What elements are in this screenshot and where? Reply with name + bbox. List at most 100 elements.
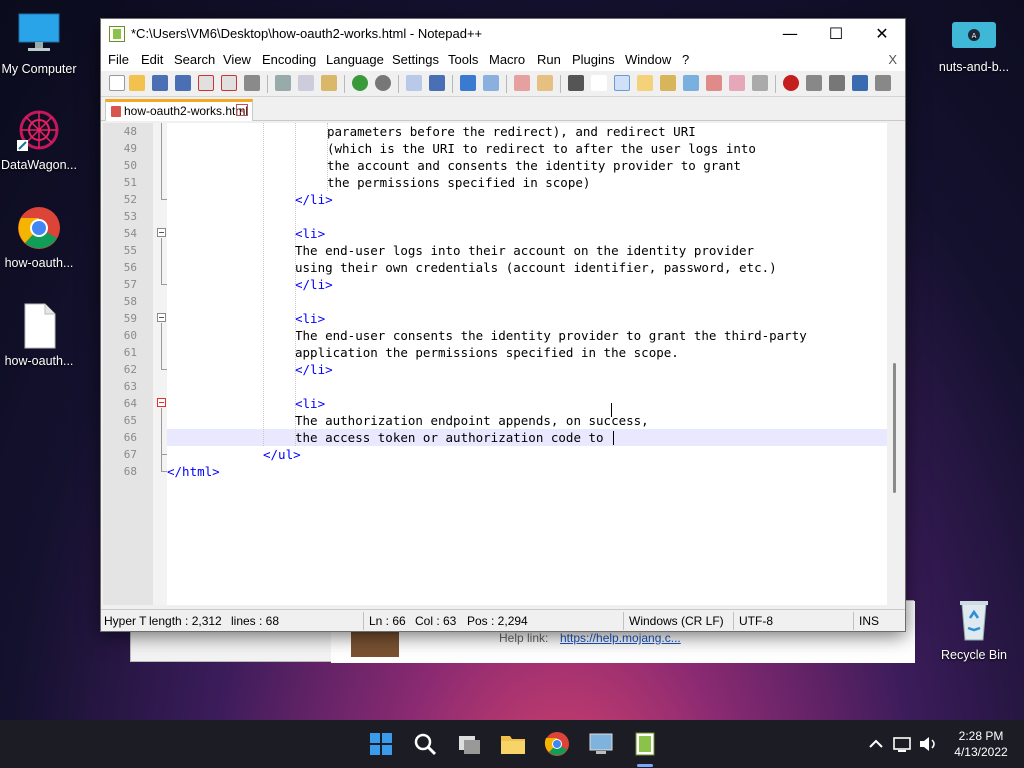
vertical-scrollbar[interactable] xyxy=(887,123,905,605)
remote-desktop-icon[interactable] xyxy=(587,730,615,758)
fold-toggle-icon[interactable] xyxy=(157,313,166,322)
monitoring-icon[interactable] xyxy=(752,75,768,91)
menu-view[interactable]: View xyxy=(223,52,251,67)
datawagon-icon xyxy=(15,106,63,154)
editor-line[interactable]: 55 The end-user logs into their account o… xyxy=(103,242,887,259)
paste-icon[interactable] xyxy=(321,75,337,91)
close-all-icon[interactable] xyxy=(221,75,237,91)
editor-line[interactable]: 66 the access token or authorization code… xyxy=(124,429,887,446)
editor-line[interactable]: 67 </ul> xyxy=(103,446,887,463)
editor-line[interactable]: 54 <li> xyxy=(103,225,887,242)
tab-how-oauth2-works[interactable]: how-oauth2-works.html x xyxy=(105,99,253,121)
doc-map-icon[interactable] xyxy=(660,75,676,91)
desktop-icon-html-oauth[interactable]: how-oauth... xyxy=(0,302,81,368)
sync-horizontal-icon[interactable] xyxy=(537,75,553,91)
menu-language[interactable]: Language xyxy=(326,52,384,67)
notepadpp-icon[interactable] xyxy=(631,730,659,758)
editor-line[interactable]: 52 </li> xyxy=(103,191,887,208)
file-explorer-icon[interactable] xyxy=(499,730,527,758)
chevron-up-icon[interactable] xyxy=(866,730,886,758)
menu-window[interactable]: Window xyxy=(625,52,671,67)
editor-line[interactable]: 49 (which is the URI to redirect to after… xyxy=(103,140,887,157)
run-macro-multiple-icon[interactable] xyxy=(852,75,868,91)
desktop-icon-nuts-and-bolts[interactable]: A nuts-and-b... xyxy=(932,20,1016,74)
network-icon[interactable] xyxy=(892,730,914,758)
find-icon[interactable] xyxy=(406,75,422,91)
editor-line[interactable]: 65 The authorization endpoint appends, on… xyxy=(103,412,887,429)
copy-icon[interactable] xyxy=(298,75,314,91)
indent-guide-icon[interactable] xyxy=(614,75,630,91)
find-next-icon[interactable] xyxy=(460,75,476,91)
sync-scroll-icon[interactable] xyxy=(514,75,530,91)
editor-line[interactable]: 50 the account and consents the identity … xyxy=(103,157,887,174)
desktop-icon-my-computer[interactable]: My Computer xyxy=(0,10,81,76)
line-number: 50 xyxy=(123,159,137,172)
zoom-icon[interactable] xyxy=(483,75,499,91)
start-icon[interactable] xyxy=(367,730,395,758)
help-link[interactable]: https://help.mojang.c... xyxy=(560,631,681,645)
editor-line[interactable]: 61 application the permissions specified … xyxy=(103,344,887,361)
volume-icon[interactable] xyxy=(918,730,940,758)
word-wrap-icon[interactable] xyxy=(568,75,584,91)
menu-search[interactable]: Search xyxy=(174,52,215,67)
editor-line[interactable]: 48 parameters before the redirect), and r… xyxy=(103,123,887,140)
menu-file[interactable]: File xyxy=(108,52,129,67)
editor-line[interactable]: 68 </html> xyxy=(103,463,887,480)
editor-line[interactable]: 59 <li> xyxy=(103,310,887,327)
close-document-button[interactable]: X xyxy=(888,52,897,67)
menu-settings[interactable]: Settings xyxy=(392,52,439,67)
maximize-button[interactable]: ☐ xyxy=(813,19,859,49)
undo-icon[interactable] xyxy=(352,75,368,91)
menu-edit[interactable]: Edit xyxy=(141,52,163,67)
function-list-icon[interactable] xyxy=(706,75,722,91)
code-editor[interactable]: 48 parameters before the redirect), and r… xyxy=(103,123,887,605)
editor-line[interactable]: 62 </li> xyxy=(103,361,887,378)
menu-encoding[interactable]: Encoding xyxy=(262,52,316,67)
open-file-icon[interactable] xyxy=(129,75,145,91)
show-all-chars-icon[interactable] xyxy=(591,75,607,91)
editor-line[interactable]: 51 the permissions specified in scope) xyxy=(103,174,887,191)
title-bar[interactable]: *C:\Users\VM6\Desktop\how-oauth2-works.h… xyxy=(101,19,905,49)
minimize-button[interactable]: — xyxy=(767,19,813,49)
save-macro-icon[interactable] xyxy=(875,75,891,91)
editor-line[interactable]: 58 xyxy=(103,293,887,310)
editor-line[interactable]: 63 xyxy=(103,378,887,395)
close-button[interactable]: ✕ xyxy=(859,19,905,49)
print-icon[interactable] xyxy=(244,75,260,91)
record-macro-icon[interactable] xyxy=(783,75,799,91)
clock[interactable]: 2:28 PM 4/13/2022 xyxy=(946,729,1016,759)
redo-icon[interactable] xyxy=(375,75,391,91)
play-macro-icon[interactable] xyxy=(829,75,845,91)
editor-line[interactable]: 57 </li> xyxy=(103,276,887,293)
notepadpp-window[interactable]: *C:\Users\VM6\Desktop\how-oauth2-works.h… xyxy=(100,18,906,632)
menu-macro[interactable]: Macro xyxy=(489,52,525,67)
desktop-icon-datawagon[interactable]: DataWagon... xyxy=(0,106,81,172)
search-icon[interactable] xyxy=(411,730,439,758)
menu-plugins[interactable]: Plugins xyxy=(572,52,615,67)
menu-tools[interactable]: Tools xyxy=(448,52,478,67)
new-file-icon[interactable] xyxy=(109,75,125,91)
chrome-icon[interactable] xyxy=(543,730,571,758)
tab-close-icon[interactable]: x xyxy=(236,104,248,116)
fold-toggle-icon[interactable] xyxy=(157,228,166,237)
doc-list-icon[interactable] xyxy=(683,75,699,91)
editor-line[interactable]: 64 <li> xyxy=(103,395,887,412)
editor-line[interactable]: 60 The end-user consents the identity pro… xyxy=(103,327,887,344)
editor-line[interactable]: 56 using their own credentials (account i… xyxy=(103,259,887,276)
desktop-icon-recycle-bin[interactable]: Recycle Bin xyxy=(932,596,1016,662)
desktop-icon-chrome-oauth[interactable]: how-oauth... xyxy=(0,204,81,270)
replace-icon[interactable] xyxy=(429,75,445,91)
task-view-icon[interactable] xyxy=(455,730,483,758)
menu-run[interactable]: Run xyxy=(537,52,561,67)
cut-icon[interactable] xyxy=(275,75,291,91)
stop-macro-icon[interactable] xyxy=(806,75,822,91)
save-all-icon[interactable] xyxy=(175,75,191,91)
scrollbar-thumb[interactable] xyxy=(893,363,896,493)
folder-workspace-icon[interactable] xyxy=(729,75,745,91)
menu-help[interactable]: ? xyxy=(682,52,689,67)
save-icon[interactable] xyxy=(152,75,168,91)
close-file-icon[interactable] xyxy=(198,75,214,91)
editor-line[interactable]: 53 xyxy=(103,208,887,225)
udl-icon[interactable] xyxy=(637,75,653,91)
fold-toggle-icon[interactable] xyxy=(157,398,166,407)
